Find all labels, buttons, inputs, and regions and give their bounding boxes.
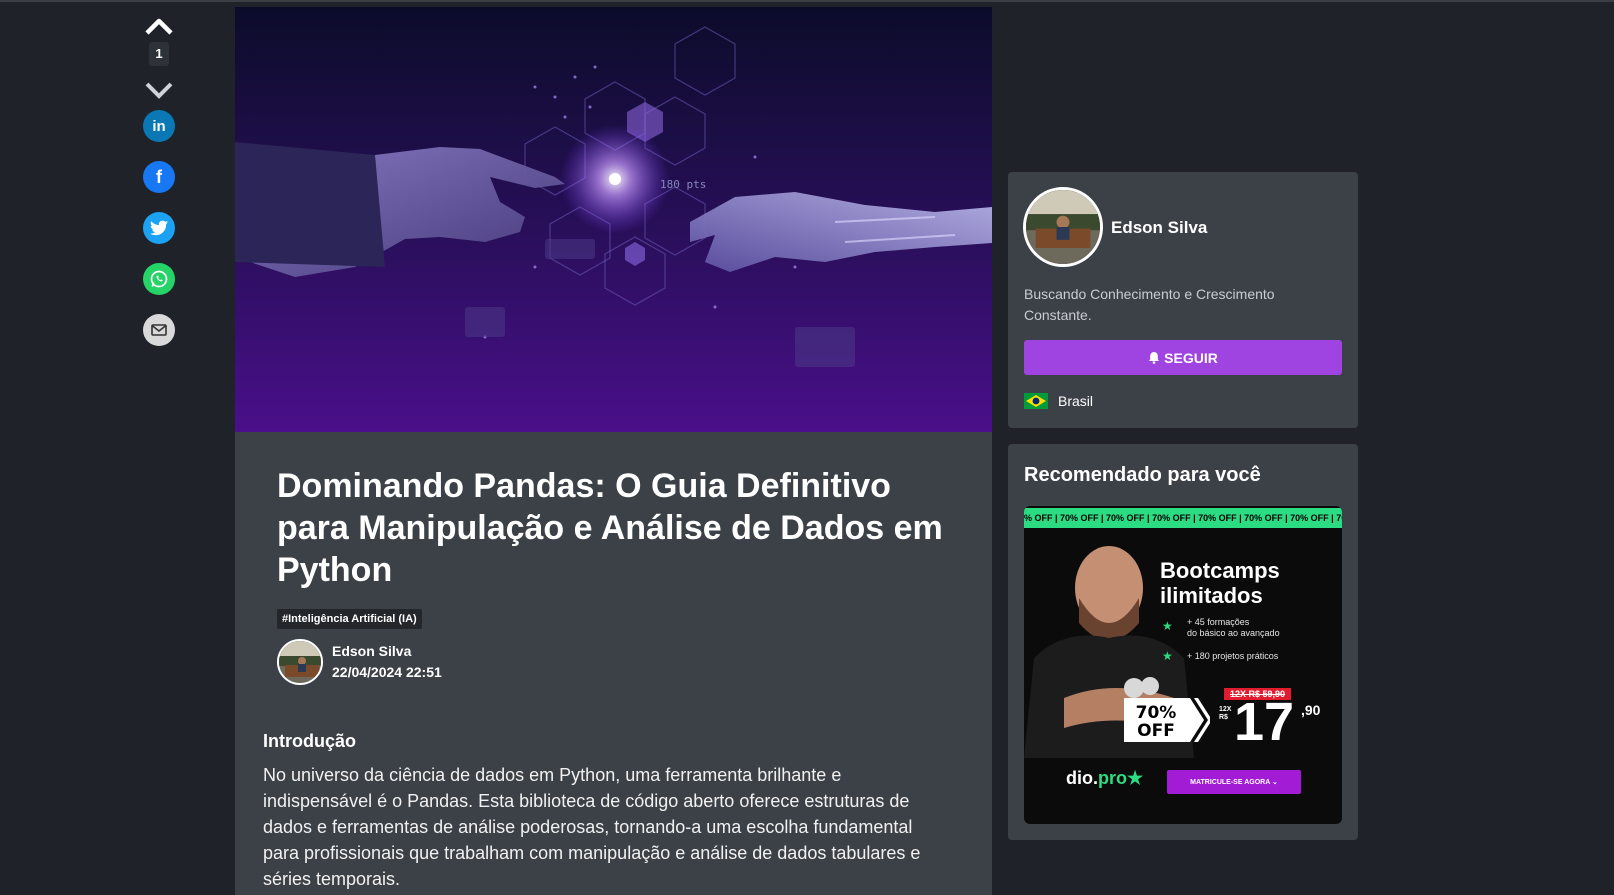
hero-overlay-text: 180 pts	[660, 178, 706, 191]
country-label: Brasil	[1058, 393, 1094, 409]
promo-price-prefix: 12X R$	[1219, 706, 1231, 722]
follow-label: SEGUIR	[1164, 349, 1218, 366]
promo-bullet-1-line-2: do básico ao avançado	[1187, 628, 1280, 638]
publish-date: 22/04/2024 22:51	[332, 664, 442, 680]
author-profile-card: Edson Silva Buscando Conhecimento e Cres…	[1008, 172, 1358, 428]
upvote-chevron-up-icon[interactable]	[142, 14, 176, 40]
downvote-chevron-down-icon[interactable]	[142, 76, 176, 102]
facebook-icon: f	[156, 166, 162, 187]
promo-ticker: % OFF | 70% OFF | 70% OFF | 70% OFF | 70…	[1024, 508, 1342, 528]
profile-bio: Buscando Conhecimento e Crescimento Cons…	[1024, 286, 1275, 323]
promo-discount-percent: 70%	[1136, 703, 1177, 723]
share-whatsapp-button[interactable]	[143, 263, 175, 295]
promo-bullet-2: + 180 projetos práticos	[1187, 651, 1279, 661]
article-tag[interactable]: #Inteligência Artificial (IA)	[277, 609, 422, 629]
intro-paragraph: No universo da ciência de dados em Pytho…	[263, 765, 921, 889]
brazil-flag-icon	[1024, 393, 1048, 409]
promo-headline: Bootcamps ilimitados	[1160, 558, 1280, 608]
promo-price-prefix-installments: 12X	[1219, 706, 1232, 713]
profile-avatar[interactable]	[1023, 187, 1103, 267]
article-hero-image: 180 pts	[235, 7, 992, 432]
twitter-icon	[150, 220, 168, 236]
whatsapp-icon	[150, 270, 168, 288]
recommended-title: Recomendado para você	[1024, 464, 1261, 486]
profile-name[interactable]: Edson Silva	[1111, 218, 1207, 238]
pro-logo-text: pro	[1098, 768, 1127, 788]
linkedin-icon: in	[152, 117, 166, 135]
vote-count: 1	[149, 42, 169, 66]
dio-pro-logo: dio.pro★	[1066, 768, 1143, 789]
share-linkedin-button[interactable]: in	[143, 110, 175, 142]
dio-logo-text: dio.	[1066, 768, 1098, 788]
promo-price-cents: ,90	[1301, 702, 1321, 718]
author-avatar[interactable]	[277, 639, 323, 685]
promo-price: 17	[1234, 692, 1295, 752]
promo-bullet-1-line-1: + 45 formações	[1187, 617, 1250, 627]
promo-discount-badge: 70% OFF	[1124, 698, 1210, 742]
enroll-now-button[interactable]: MATRICULE-SE AGORA ⌄	[1167, 770, 1301, 794]
promo-bullet-1: + 45 formações do básico ao avançado	[1187, 617, 1280, 639]
share-twitter-button[interactable]	[143, 212, 175, 244]
promo-price-prefix-currency: R$	[1219, 714, 1228, 721]
author-name[interactable]: Edson Silva	[332, 643, 411, 659]
top-border	[0, 0, 1614, 2]
star-icon: ★	[1162, 619, 1173, 633]
article-title: Dominando Pandas: O Guia Definitivo para…	[277, 467, 943, 589]
promo-headline-line-1: Bootcamps	[1160, 558, 1280, 583]
promo-discount-off: OFF	[1137, 721, 1175, 741]
bell-icon	[1149, 352, 1160, 364]
mail-icon	[151, 324, 167, 336]
promo-headline-line-2: ilimitados	[1160, 583, 1263, 608]
star-icon: ★	[1162, 649, 1173, 663]
follow-button[interactable]: SEGUIR	[1024, 340, 1342, 375]
share-facebook-button[interactable]: f	[143, 161, 175, 193]
share-email-button[interactable]	[143, 314, 175, 346]
recommended-card: Recomendado para você % OFF | 70% OFF | …	[1008, 444, 1358, 840]
star-icon: ★	[1127, 768, 1144, 788]
promo-banner[interactable]: % OFF | 70% OFF | 70% OFF | 70% OFF | 70…	[1024, 506, 1342, 824]
section-heading: Introdução	[263, 731, 356, 751]
article: 180 pts Dominando Pandas: O Guia Definit…	[235, 7, 992, 895]
